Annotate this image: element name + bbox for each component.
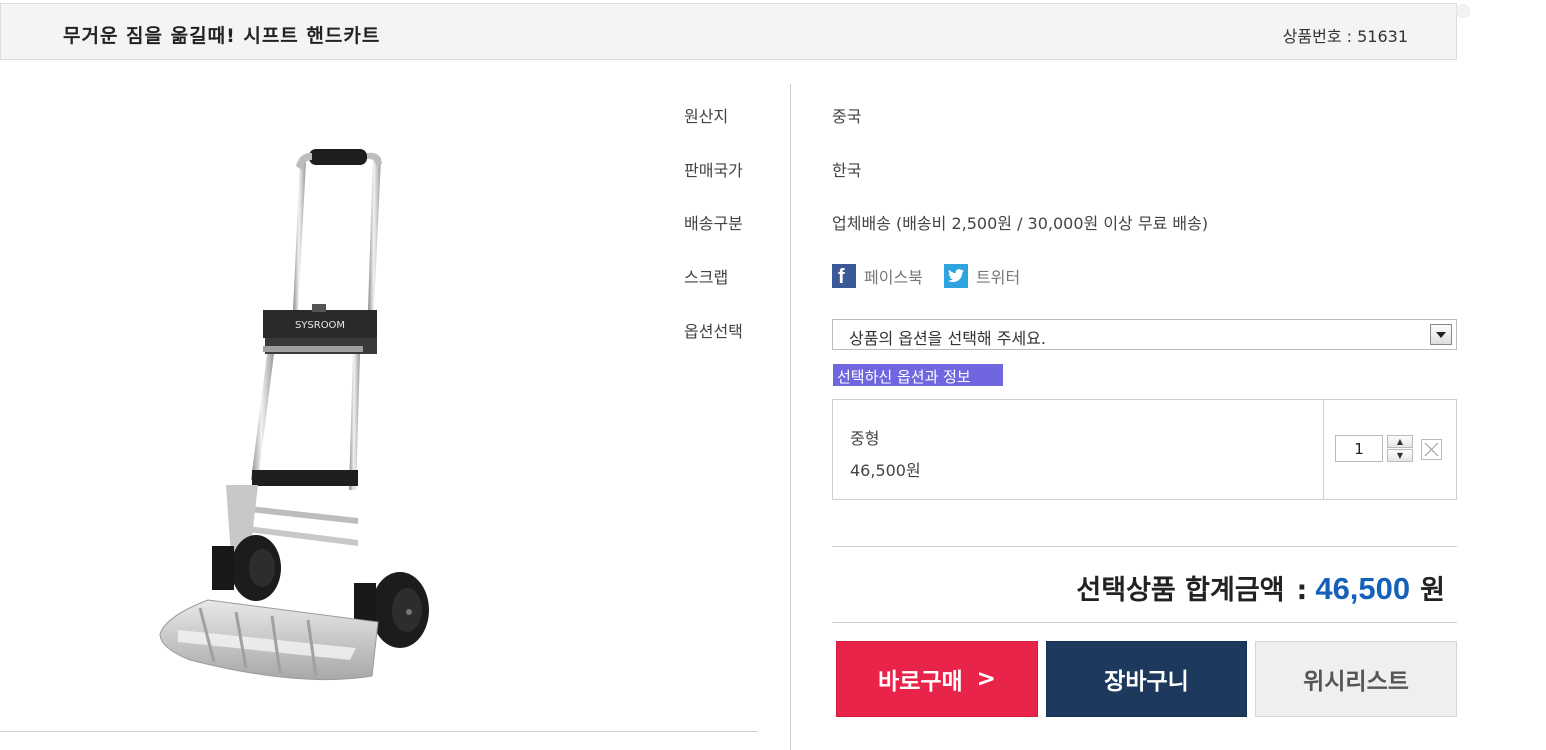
hand-cart-illustration: SYSROOM (159, 149, 429, 681)
selected-info-badge: 선택하신 옵션과 정보 (833, 364, 1003, 386)
total-top-divider (832, 546, 1457, 547)
buy-now-button[interactable]: 바로구매 > (836, 641, 1038, 717)
spin-up-icon[interactable]: ▲ (1387, 435, 1413, 448)
image-divider (0, 731, 758, 732)
cart-label: 장바구니 (1104, 669, 1189, 695)
twitter-icon (944, 264, 968, 288)
close-icon[interactable] (1421, 439, 1442, 460)
total-label: 선택상품 합계금액 (1076, 575, 1285, 606)
facebook-share-link[interactable]: f 페이스북 (832, 263, 923, 289)
spin-down-icon[interactable]: ▼ (1387, 449, 1413, 462)
total-price-row: 선택상품 합계금액 : 46,500 원 (1076, 568, 1445, 607)
total-unit: 원 (1420, 575, 1445, 606)
total-colon: : (1296, 575, 1308, 606)
sales-country-label: 판매국가 (684, 161, 743, 180)
facebook-label: 페이스북 (864, 268, 923, 287)
product-title-bar: 무거운 짐을 옮길때! 시프트 핸드카트 상품번호 : 51631 (0, 3, 1457, 60)
svg-text:SYSROOM: SYSROOM (295, 320, 345, 331)
product-title: 무거운 짐을 옮길때! 시프트 핸드카트 (63, 25, 381, 47)
selected-option-name: 중형 (850, 429, 880, 448)
quantity-input[interactable]: 1 (1335, 435, 1383, 462)
option-select-placeholder: 상품의 옵션을 선택해 주세요. (849, 329, 1046, 348)
option-select[interactable]: 상품의 옵션을 선택해 주세요. (832, 319, 1457, 350)
option-label: 옵션선택 (684, 322, 743, 341)
vertical-divider (790, 84, 791, 750)
selected-option-separator (1323, 400, 1324, 499)
buy-now-label: 바로구매 (878, 669, 963, 695)
origin-label: 원산지 (684, 107, 729, 126)
twitter-share-link[interactable]: 트위터 (944, 263, 1020, 289)
quantity-stepper[interactable]: ▲ ▼ (1387, 435, 1413, 462)
twitter-label: 트위터 (976, 268, 1021, 287)
selected-option-row: 중형 46,500원 1 ▲ ▼ (832, 399, 1457, 500)
wishlist-button[interactable]: 위시리스트 (1255, 641, 1457, 717)
shipping-label: 배송구분 (684, 214, 743, 233)
origin-value: 중국 (832, 107, 862, 126)
total-bottom-divider (832, 622, 1457, 623)
wishlist-label: 위시리스트 (1303, 669, 1409, 695)
total-amount: 46,500 (1315, 571, 1411, 606)
scrap-label: 스크랩 (684, 268, 729, 287)
sales-country-value: 한국 (832, 161, 862, 180)
selected-option-price: 46,500원 (850, 461, 921, 480)
corner-dot (1456, 4, 1470, 18)
chevron-right-icon: > (976, 666, 996, 692)
shipping-value: 업체배송 (배송비 2,500원 / 30,000원 이상 무료 배송) (832, 214, 1209, 233)
facebook-icon: f (832, 264, 856, 288)
product-image: SYSROOM (0, 100, 606, 722)
chevron-down-icon[interactable] (1430, 324, 1452, 345)
product-number: 상품번호 : 51631 (1282, 27, 1408, 46)
cart-button[interactable]: 장바구니 (1046, 641, 1247, 717)
